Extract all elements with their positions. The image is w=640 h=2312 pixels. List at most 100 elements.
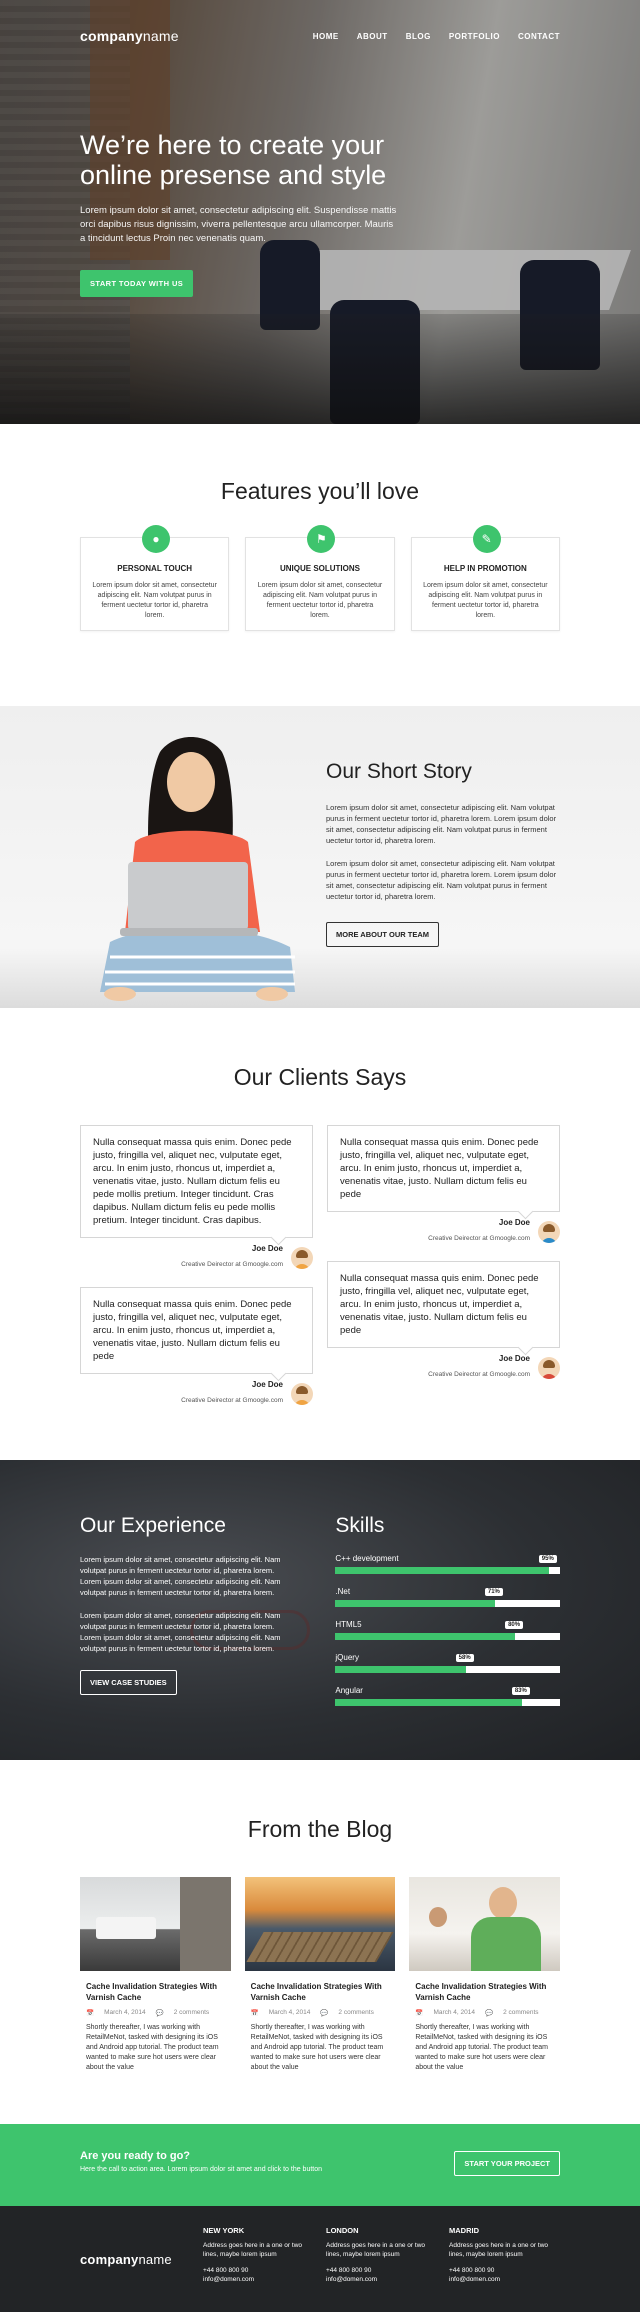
feature-card: ● PERSONAL TOUCH Lorem ipsum dolor sit a… [80,525,230,631]
skill-label: .Net [335,1587,351,1596]
skill-bar-fill [335,1567,549,1574]
post-date: March 4, 2014 [433,2009,475,2016]
post-comments[interactable]: 2 comments [338,2009,373,2017]
person-icon: ● [142,525,170,553]
story-section: Our Short Story Lorem ipsum dolor sit am… [0,706,640,1008]
skill-bar: 83% [335,1687,560,1706]
post-image-dock-sunset[interactable] [244,1877,396,1971]
skills-title: Skills [335,1514,385,1537]
feature-text: Lorem ipsum dolor sit amet, consectetur … [92,582,217,619]
office-phone[interactable]: +44 800 800 90 [203,2267,248,2274]
feature-text: Lorem ipsum dolor sit amet, consectetur … [257,582,383,619]
post-title[interactable]: Cache Invalidation Strategies With Varni… [415,1981,554,2003]
office-city: LONDON [326,2226,359,2235]
office-email[interactable]: info@domen.com [449,2276,500,2283]
office-address: Address goes here in a one or two lines,… [203,2242,303,2258]
post-title[interactable]: Cache Invalidation Strategies With Varni… [251,1981,390,2003]
testimonial-author: Joe Doe Creative Deirector at Gmoogle.com [327,1354,560,1381]
post-comments[interactable]: 2 comments [503,2009,538,2017]
girl-with-laptop-image [100,737,295,1001]
cta-text: Here the call to action area. Lorem ipsu… [80,2166,323,2173]
nav-contact[interactable]: CONTACT [518,32,560,41]
logo-bold-text: company [80,28,143,44]
office-phone[interactable]: +44 800 800 90 [449,2267,494,2274]
skills-list: C++ development 95% .Net 71% HTML5 80% jQuery 5… [335,1554,560,1706]
logo-light-text: name [142,28,179,44]
flag-icon: ⚑ [307,525,336,553]
office-email[interactable]: info@domen.com [326,2276,377,2283]
testimonials-column: Nulla consequat massa quis enim. Donec p… [327,1125,560,1423]
experience-paragraph: Lorem ipsum dolor sit amet, consectetur … [80,1611,281,1653]
hero-section: companyname HOME ABOUT BLOG PORTFOLIO CO… [0,0,640,424]
blog-post[interactable]: Cache Invalidation Strategies With Varni… [409,1877,561,2073]
logo-bold-text: company [80,2252,139,2267]
office-london: LONDON Address goes here in a one or two… [326,2226,426,2291]
testimonial-quote: Nulla consequat massa quis enim. Donec p… [80,1287,313,1374]
blog-post[interactable]: Cache Invalidation Strategies With Varni… [244,1877,396,2073]
blog-posts: Cache Invalidation Strategies With Varni… [80,1877,561,2073]
author-role: Creative Deirector at Gmoogle.com [428,1371,530,1378]
office-city: MADRID [449,2226,479,2235]
experience-paragraph: Lorem ipsum dolor sit amet, consectetur … [80,1555,281,1597]
post-comments[interactable]: 2 comments [174,2009,209,2017]
comment-icon: 💬 [155,2010,164,2017]
post-image-living-room[interactable] [80,1877,231,1971]
start-project-button[interactable]: START YOUR PROJECT [454,2151,560,2176]
blog-post[interactable]: Cache Invalidation Strategies With Varni… [80,1877,231,2073]
skill-row: .Net 71% [335,1587,560,1607]
feature-card: ✎ HELP IN PROMOTION Lorem ipsum dolor si… [410,525,560,631]
testimonial-quote: Nulla consequat massa quis enim. Donec p… [80,1125,313,1238]
site-logo[interactable]: companyname [80,28,179,44]
author-role: Creative Deirector at Gmoogle.com [428,1235,530,1242]
view-case-studies-button[interactable]: VIEW CASE STUDIES [80,1670,177,1695]
nav-blog[interactable]: BLOG [406,32,431,41]
skill-percent: 95% [538,1555,557,1563]
avatar [291,1246,313,1269]
office-address: Address goes here in a one or two lines,… [449,2242,549,2258]
post-excerpt: Shortly thereafter, I was working with R… [250,2024,384,2071]
feature-title: UNIQUE SOLUTIONS [279,564,360,573]
nav-home[interactable]: HOME [313,32,339,41]
author-role: Creative Deirector at Gmoogle.com [181,1397,283,1404]
post-date: March 4, 2014 [104,2009,146,2016]
feature-text: Lorem ipsum dolor sit amet, consectetur … [423,582,548,619]
testimonial-author: Joe Doe Creative Deirector at Gmoogle.com [80,1244,313,1271]
skill-bar: 71% [335,1588,560,1607]
skill-percent: 83% [511,1687,530,1695]
hero-title: We’re here to create your online presense… [80,130,400,190]
story-paragraph: Lorem ipsum dolor sit amet, consectetur … [326,859,557,901]
testimonial-quote: Nulla consequat massa quis enim. Donec p… [327,1261,560,1348]
skill-percent: 71% [484,1588,503,1596]
testimonial-author: Joe Doe Creative Deirector at Gmoogle.com [327,1218,560,1245]
post-excerpt: Shortly thereafter, I was working with R… [86,2024,219,2071]
office-phone[interactable]: +44 800 800 90 [326,2267,371,2274]
office-email[interactable]: info@domen.com [203,2276,254,2283]
features-section: Features you’ll love ● PERSONAL TOUCH Lo… [0,424,640,706]
skill-label: HTML5 [335,1620,362,1629]
avatar [538,1220,560,1243]
skill-bar-fill [335,1699,522,1706]
author-name: Joe Doe [251,1380,283,1389]
features-list: ● PERSONAL TOUCH Lorem ipsum dolor sit a… [80,525,560,631]
calendar-icon: 📅 [415,2010,424,2017]
testimonials-column: Nulla consequat massa quis enim. Donec p… [80,1125,313,1423]
story-paragraph: Lorem ipsum dolor sit amet, consectetur … [326,803,557,845]
start-today-button[interactable]: START TODAY WITH US [80,270,194,297]
footer-logo[interactable]: companyname [80,2252,172,2267]
office-new-york: NEW YORK Address goes here in a one or t… [203,2226,303,2291]
testimonial-quote: Nulla consequat massa quis enim. Donec p… [327,1125,560,1212]
post-title[interactable]: Cache Invalidation Strategies With Varni… [86,1981,225,2003]
nav-about[interactable]: ABOUT [357,32,388,41]
skill-label: C++ development [335,1554,399,1563]
testimonials-section: Our Clients Says Nulla consequat massa q… [0,1008,640,1460]
nav-portfolio[interactable]: PORTFOLIO [449,32,500,41]
post-image-office-man[interactable] [409,1877,561,1971]
more-about-team-button[interactable]: MORE ABOUT OUR TEAM [326,922,440,947]
author-name: Joe Doe [498,1354,530,1363]
experience-text: Our Experience Lorem ipsum dolor sit ame… [80,1514,289,1719]
skill-percent: 58% [455,1654,474,1662]
office-madrid: MADRID Address goes here in a one or two… [449,2226,549,2291]
comment-icon: 💬 [485,2010,494,2017]
top-nav: companyname HOME ABOUT BLOG PORTFOLIO CO… [80,28,560,44]
main-menu: HOME ABOUT BLOG PORTFOLIO CONTACT [313,32,560,41]
